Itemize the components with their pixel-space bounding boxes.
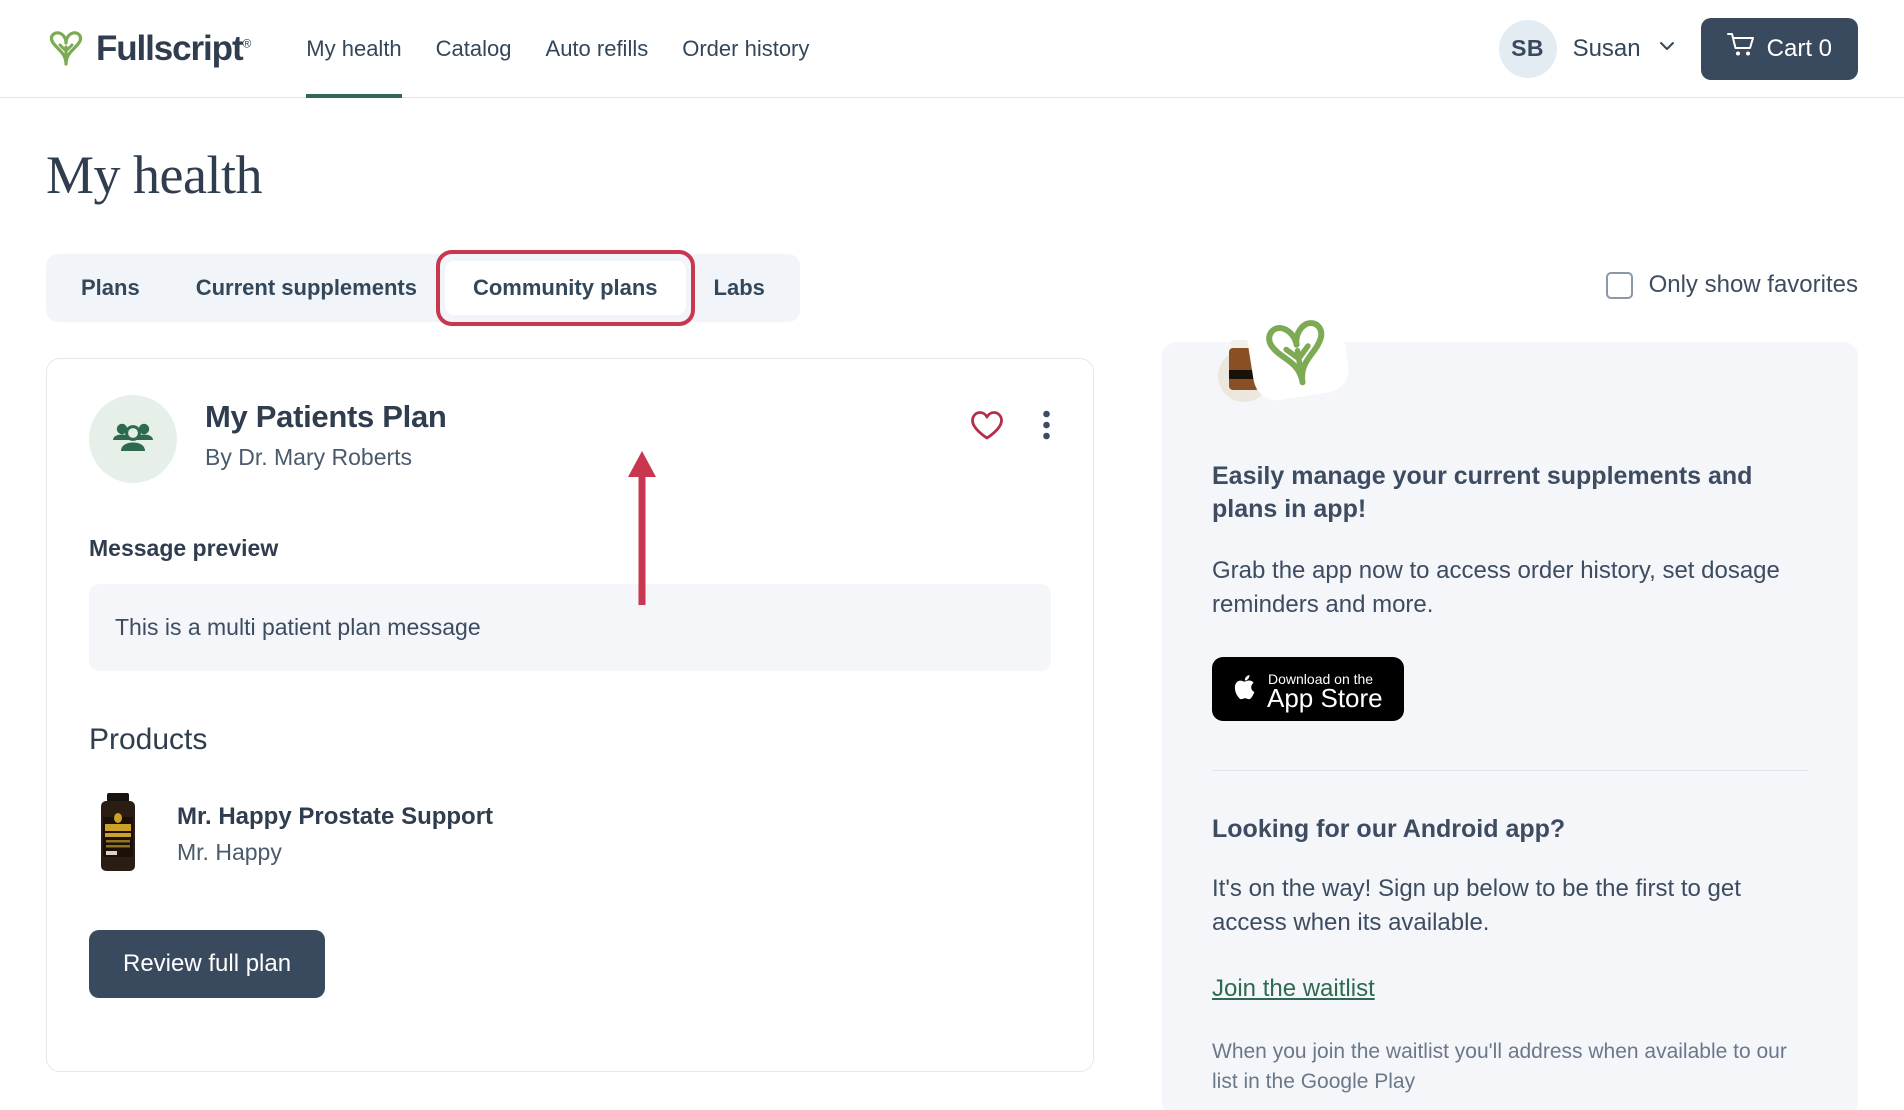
plan-card-actions [970, 395, 1051, 441]
products-heading: Products [89, 723, 208, 756]
page-body: My health Plans Current supplements Comm… [0, 98, 1904, 1110]
nav-link-label: Catalog [435, 35, 512, 61]
nav-link-label: Order history [682, 35, 810, 61]
page-title: My health [46, 145, 262, 205]
content-columns: Plans Current supplements Community plan… [46, 250, 1858, 1110]
trademark-symbol: ® [242, 35, 252, 50]
vertical-dots-menu-icon [1042, 410, 1051, 444]
product-brand: Mr. Happy [177, 839, 282, 865]
product-name: Mr. Happy Prostate Support [177, 803, 494, 830]
shopping-cart-icon [1726, 32, 1755, 65]
nav-right-group: SB Susan Cart 0 [1498, 17, 1858, 80]
plan-title: My Patients Plan [205, 399, 447, 434]
nav-link-label: Auto refills [545, 35, 649, 61]
avatar-initials: SB [1511, 35, 1545, 61]
app-store-large-text: App Store [1267, 683, 1383, 713]
tab-current-supplements[interactable]: Current supplements [168, 261, 445, 315]
supplement-bottle-thumbnail-icon [89, 791, 147, 878]
chevron-down-icon [1657, 36, 1677, 61]
heart-outline-icon [970, 410, 1004, 444]
nav-link-auto-refills[interactable]: Auto refills [546, 0, 649, 98]
cart-label: Cart 0 [1766, 34, 1832, 62]
tab-plans[interactable]: Plans [53, 261, 168, 315]
review-full-plan-button[interactable]: Review full plan [89, 930, 326, 998]
plan-avatar [89, 395, 177, 483]
android-heading: Looking for our Android app? [1212, 815, 1566, 844]
group-of-people-icon [110, 417, 156, 462]
plan-card-header: My Patients Plan By Dr. Mary Roberts [89, 395, 1051, 483]
cart-button[interactable]: Cart 0 [1700, 17, 1858, 80]
nav-link-order-history[interactable]: Order history [682, 0, 809, 98]
right-column: Only show favorites Easily manage your c… [1094, 254, 1858, 1110]
user-menu[interactable]: SB Susan [1498, 19, 1677, 78]
fullscript-logo[interactable]: Fullscript® [46, 28, 252, 69]
tab-group: Plans Current supplements Community plan… [46, 250, 800, 326]
tab-community-plans[interactable]: Community plans [444, 261, 686, 315]
primary-nav-links: My health Catalog Auto refills Order his… [306, 0, 809, 98]
tab-highlight-annotation: Community plans [435, 250, 695, 326]
message-preview-label: Message preview [89, 535, 279, 561]
promo-body-text: Grab the app now to access order history… [1212, 557, 1780, 618]
nav-link-my-health[interactable]: My health [306, 0, 403, 98]
community-plan-card: My Patients Plan By Dr. Mary Roberts Mes… [46, 358, 1094, 1072]
promo-divider [1212, 770, 1808, 772]
android-body-text: It's on the way! Sign up below to be the… [1212, 875, 1741, 936]
only-show-favorites-label: Only show favorites [1648, 271, 1858, 298]
plan-author: By Dr. Mary Roberts [205, 444, 413, 470]
nav-link-label: My health [306, 35, 402, 61]
favorite-heart-button[interactable] [970, 410, 1004, 441]
fullscript-leaf-logo-icon [46, 29, 86, 69]
join-waitlist-link[interactable]: Join the waitlist [1212, 975, 1375, 1003]
top-navigation-bar: Fullscript® My health Catalog Auto refil… [0, 0, 1904, 98]
app-store-download-badge[interactable]: Download on the App Store [1212, 657, 1808, 726]
plan-overflow-menu-button[interactable] [1042, 409, 1051, 441]
fullscript-wordmark: Fullscript® [96, 28, 252, 68]
product-list-item[interactable]: Mr. Happy Prostate Support Mr. Happy [89, 791, 1051, 878]
app-promo-card: Easily manage your current supplements a… [1162, 297, 1858, 1110]
avatar: SB [1498, 19, 1557, 78]
tab-labs[interactable]: Labs [686, 261, 793, 315]
promo-footnote: When you join the waitlist you'll addres… [1212, 1040, 1787, 1093]
message-preview-text: This is a multi patient plan message [89, 584, 1051, 671]
plan-title-block: My Patients Plan By Dr. Mary Roberts [205, 395, 447, 471]
tabs-row: Plans Current supplements Community plan… [46, 250, 1094, 326]
user-name-label: Susan [1572, 34, 1641, 62]
fullscript-app-icon [1204, 280, 1384, 420]
nav-link-catalog[interactable]: Catalog [436, 0, 512, 98]
product-text-block: Mr. Happy Prostate Support Mr. Happy [177, 803, 493, 866]
left-column: Plans Current supplements Community plan… [46, 250, 1094, 1072]
only-show-favorites-checkbox[interactable] [1605, 271, 1633, 299]
